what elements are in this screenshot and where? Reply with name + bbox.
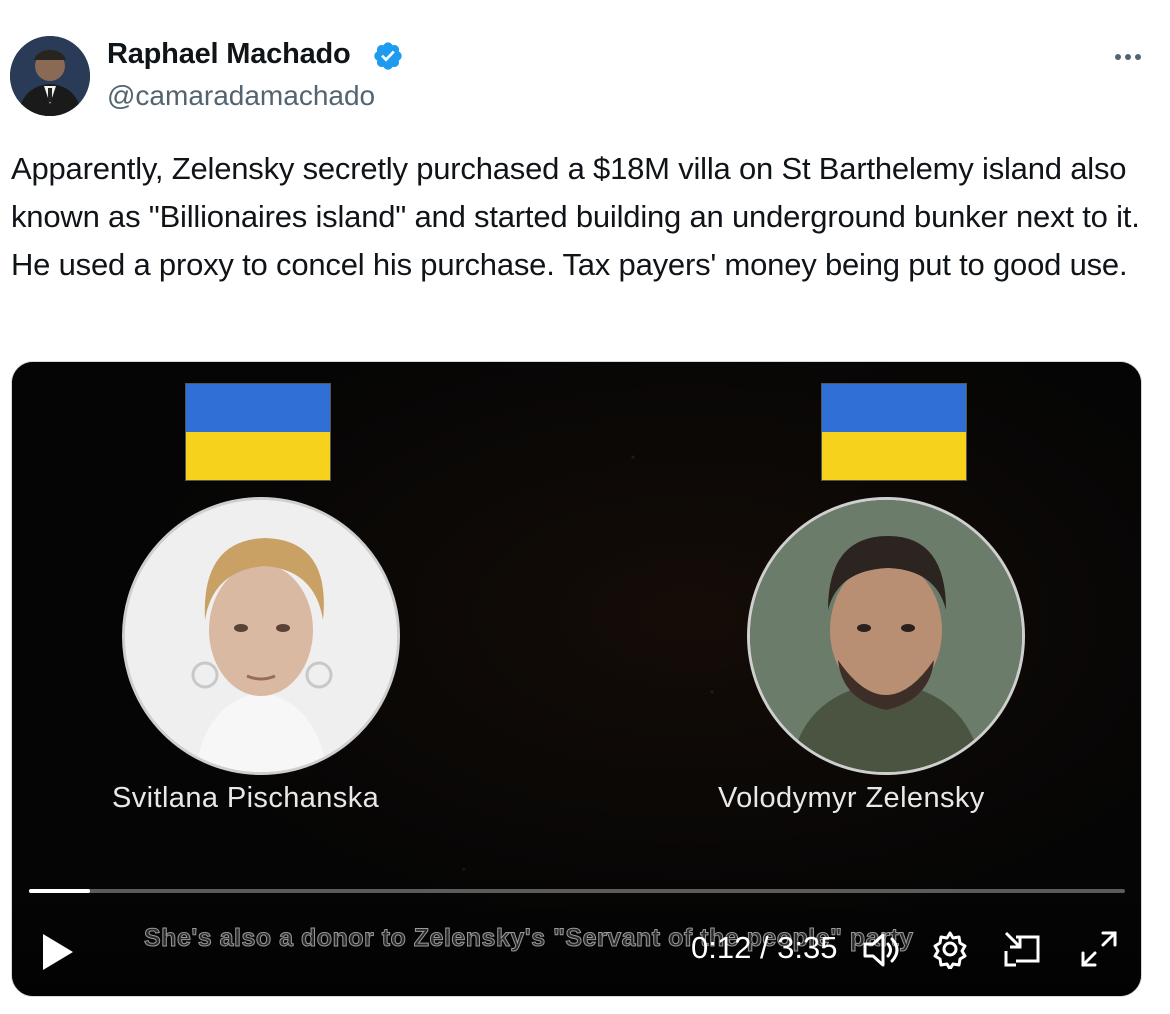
author-handle[interactable]: @camaradamachado [107, 80, 375, 112]
author-avatar[interactable] [10, 36, 90, 116]
progress-bar[interactable] [29, 889, 1125, 893]
tweet: Raphael Machado @camaradamachado Apparen… [0, 0, 1170, 1014]
verified-badge-icon [374, 42, 402, 70]
progress-fill [29, 889, 91, 893]
right-person-name: Volodymyr Zelensky [718, 782, 985, 814]
more-options-icon[interactable] [1108, 42, 1148, 72]
ukraine-flag-right [821, 383, 967, 481]
fullscreen-icon[interactable] [1079, 929, 1119, 969]
settings-icon[interactable] [930, 929, 970, 969]
portrait-right [747, 497, 1025, 775]
left-person-name: Svitlana Pischanska [112, 782, 380, 814]
volume-icon[interactable] [860, 929, 902, 971]
tweet-text: Apparently, Zelensky secretly purchased … [11, 151, 1140, 282]
dock-icon[interactable] [1002, 929, 1042, 969]
author-name[interactable]: Raphael Machado [107, 38, 351, 71]
portrait-left [122, 497, 400, 775]
play-icon[interactable] [40, 932, 76, 972]
video-player[interactable]: Svitlana Pischanska Volodymyr Zelensky S… [11, 361, 1142, 997]
ukraine-flag-left [185, 383, 331, 481]
time-display: 0:12 / 3:35 [691, 930, 838, 965]
